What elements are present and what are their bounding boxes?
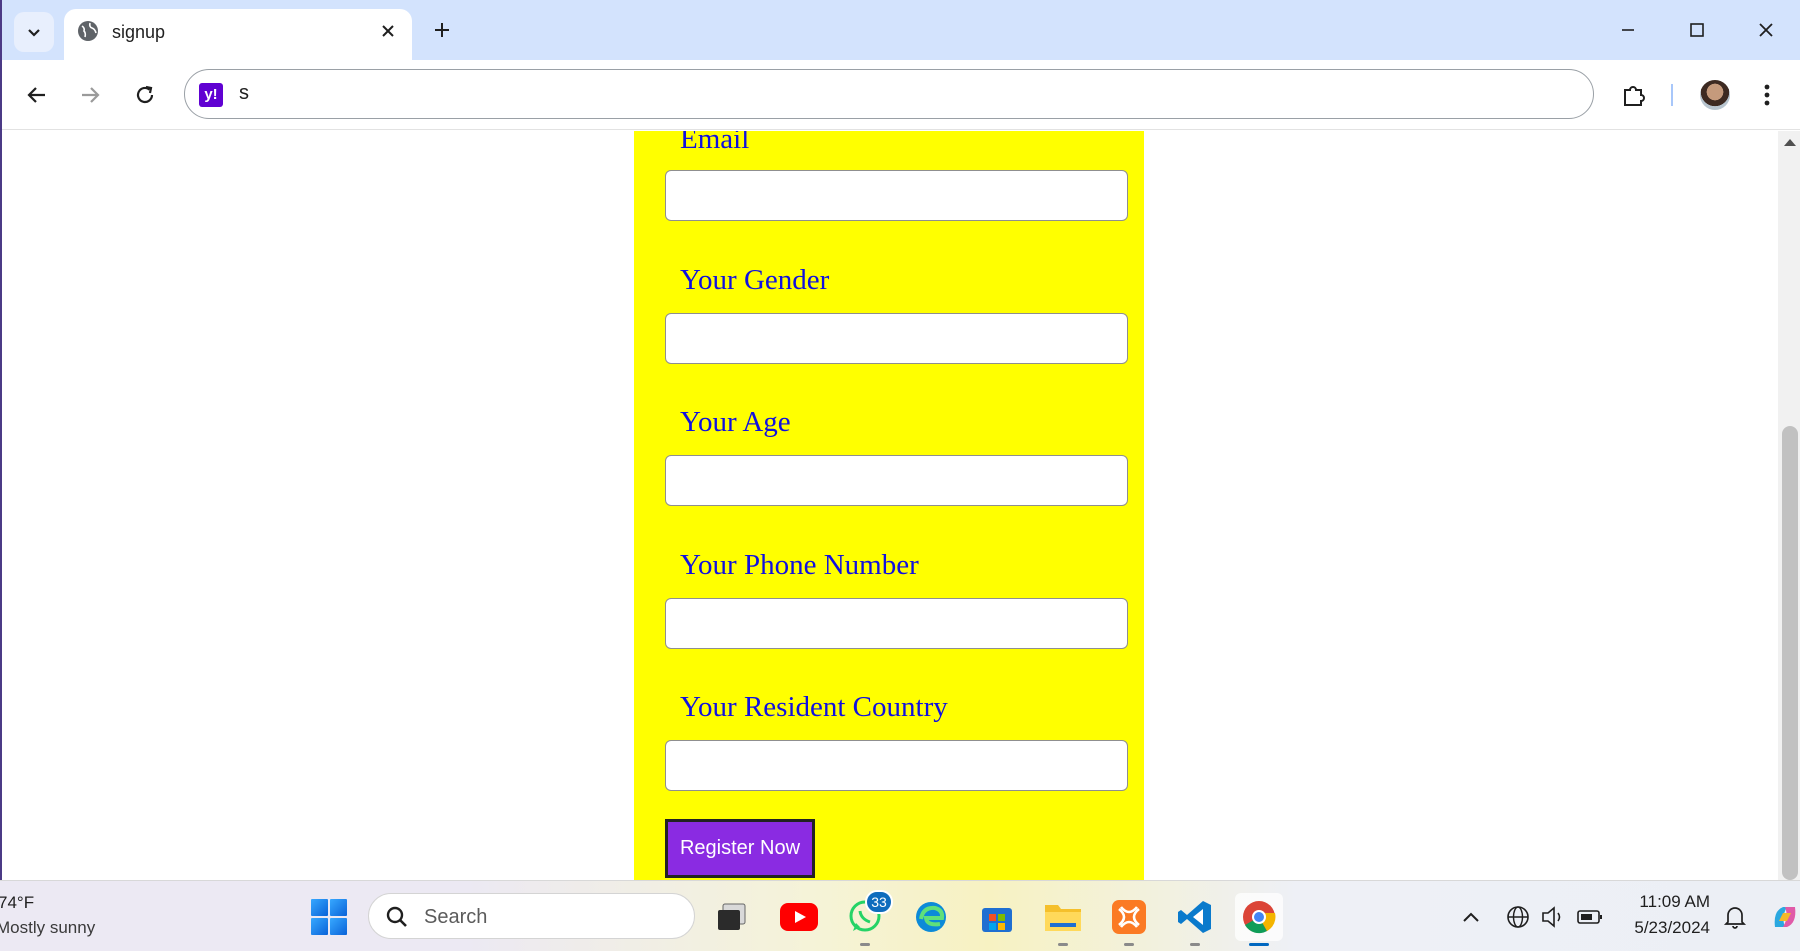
phone-label: Your Phone Number: [680, 549, 919, 581]
address-bar[interactable]: y! s: [184, 69, 1594, 119]
search-icon: [386, 906, 407, 927]
microsoft-store-app[interactable]: [973, 893, 1021, 941]
back-button[interactable]: [19, 77, 55, 113]
chevron-down-icon: [28, 29, 40, 37]
browser-window: signup y! s Email Your Gender Your Age Y…: [0, 0, 1800, 880]
gender-field[interactable]: [665, 313, 1128, 364]
page-viewport: Email Your Gender Your Age Your Phone Nu…: [2, 131, 1778, 880]
globe-icon: [78, 21, 98, 41]
minimize-icon: [1622, 29, 1634, 31]
search-placeholder: Search: [424, 906, 488, 928]
plus-icon: [435, 23, 449, 37]
notifications-button[interactable]: [1721, 903, 1749, 931]
country-field[interactable]: [665, 740, 1128, 791]
close-window-button[interactable]: [1746, 14, 1786, 46]
address-text: s: [239, 82, 249, 104]
browser-toolbar: y! s: [2, 60, 1800, 130]
signup-form: Email Your Gender Your Age Your Phone Nu…: [634, 131, 1144, 880]
running-indicator: [1124, 943, 1134, 946]
clock-date: 5/23/2024: [1634, 918, 1710, 937]
whatsapp-badge: 33: [865, 890, 893, 914]
chrome-icon: [1243, 901, 1276, 934]
minimize-button[interactable]: [1608, 14, 1648, 46]
task-view-icon: [718, 903, 746, 930]
gender-label: Your Gender: [680, 264, 830, 296]
tab-title: signup: [112, 22, 166, 42]
phone-field[interactable]: [665, 598, 1128, 649]
weather-temperature: 74°F: [0, 893, 35, 912]
running-indicator: [1058, 943, 1068, 946]
forward-button[interactable]: [72, 77, 108, 113]
tab-signup[interactable]: signup: [64, 9, 412, 60]
vscode-icon: [1178, 901, 1211, 933]
scroll-up-arrow-icon[interactable]: [1784, 139, 1796, 146]
email-field[interactable]: [665, 170, 1128, 221]
clock-time: 11:09 AM: [1639, 892, 1710, 911]
new-tab-button[interactable]: [426, 14, 458, 46]
speaker-icon: [1542, 906, 1561, 928]
scroll-thumb[interactable]: [1782, 426, 1798, 880]
arrow-left-icon: [27, 87, 45, 103]
battery-button[interactable]: [1576, 903, 1604, 931]
windows-start-icon[interactable]: [311, 899, 347, 935]
edge-icon: [916, 902, 946, 932]
copilot-icon: [1774, 907, 1796, 927]
email-label: Email: [680, 131, 750, 155]
folder-icon: [1045, 905, 1081, 931]
task-view-app[interactable]: [708, 893, 756, 941]
running-indicator: [860, 943, 870, 946]
copilot-button[interactable]: [1771, 903, 1799, 931]
tab-close-button[interactable]: [374, 17, 402, 45]
weather-description: Mostly sunny: [0, 918, 96, 937]
tab-search-button[interactable]: [14, 12, 54, 52]
youtube-icon: [780, 903, 818, 931]
yahoo-icon: y!: [199, 83, 223, 107]
file-explorer-app[interactable]: [1039, 893, 1087, 946]
menu-button[interactable]: [1749, 77, 1785, 113]
age-field[interactable]: [665, 455, 1128, 506]
volume-button[interactable]: [1539, 903, 1567, 931]
page-scrollbar[interactable]: [1778, 131, 1800, 880]
extensions-button[interactable]: [1616, 77, 1652, 113]
network-button[interactable]: [1504, 903, 1532, 931]
taskbar-search[interactable]: Search: [368, 893, 695, 939]
xampp-app[interactable]: [1105, 893, 1153, 946]
youtube-app[interactable]: [775, 893, 823, 941]
reload-button[interactable]: [127, 77, 163, 113]
battery-icon: [1577, 910, 1602, 924]
more-vertical-icon: [1764, 84, 1770, 106]
tab-strip: signup: [2, 0, 1800, 60]
close-icon: [382, 25, 394, 37]
profile-avatar[interactable]: [1700, 80, 1730, 110]
maximize-icon: [1690, 23, 1704, 37]
windows-taskbar: 74°F Mostly sunny Search 33 11:09 AM 5/2…: [0, 880, 1800, 951]
vscode-app[interactable]: [1171, 893, 1219, 946]
country-label: Your Resident Country: [680, 691, 948, 723]
globe-icon: [1507, 906, 1529, 928]
show-hidden-icons-button[interactable]: [1457, 903, 1485, 931]
store-icon: [982, 908, 1012, 932]
puzzle-icon: [1624, 86, 1645, 106]
chevron-up-icon: [1463, 912, 1479, 922]
chrome-app[interactable]: [1235, 893, 1283, 946]
xampp-icon: [1112, 900, 1146, 934]
age-label: Your Age: [680, 406, 791, 438]
reload-icon: [136, 85, 154, 104]
running-indicator: [1249, 943, 1269, 946]
bell-icon: [1723, 907, 1747, 929]
edge-app[interactable]: [907, 893, 955, 941]
toolbar-separator: [1671, 84, 1673, 106]
arrow-right-icon: [82, 87, 100, 103]
running-indicator: [1190, 943, 1200, 946]
whatsapp-app[interactable]: 33: [841, 890, 893, 946]
close-icon: [1759, 23, 1773, 37]
maximize-button[interactable]: [1677, 14, 1717, 46]
register-button[interactable]: Register Now: [665, 819, 815, 878]
